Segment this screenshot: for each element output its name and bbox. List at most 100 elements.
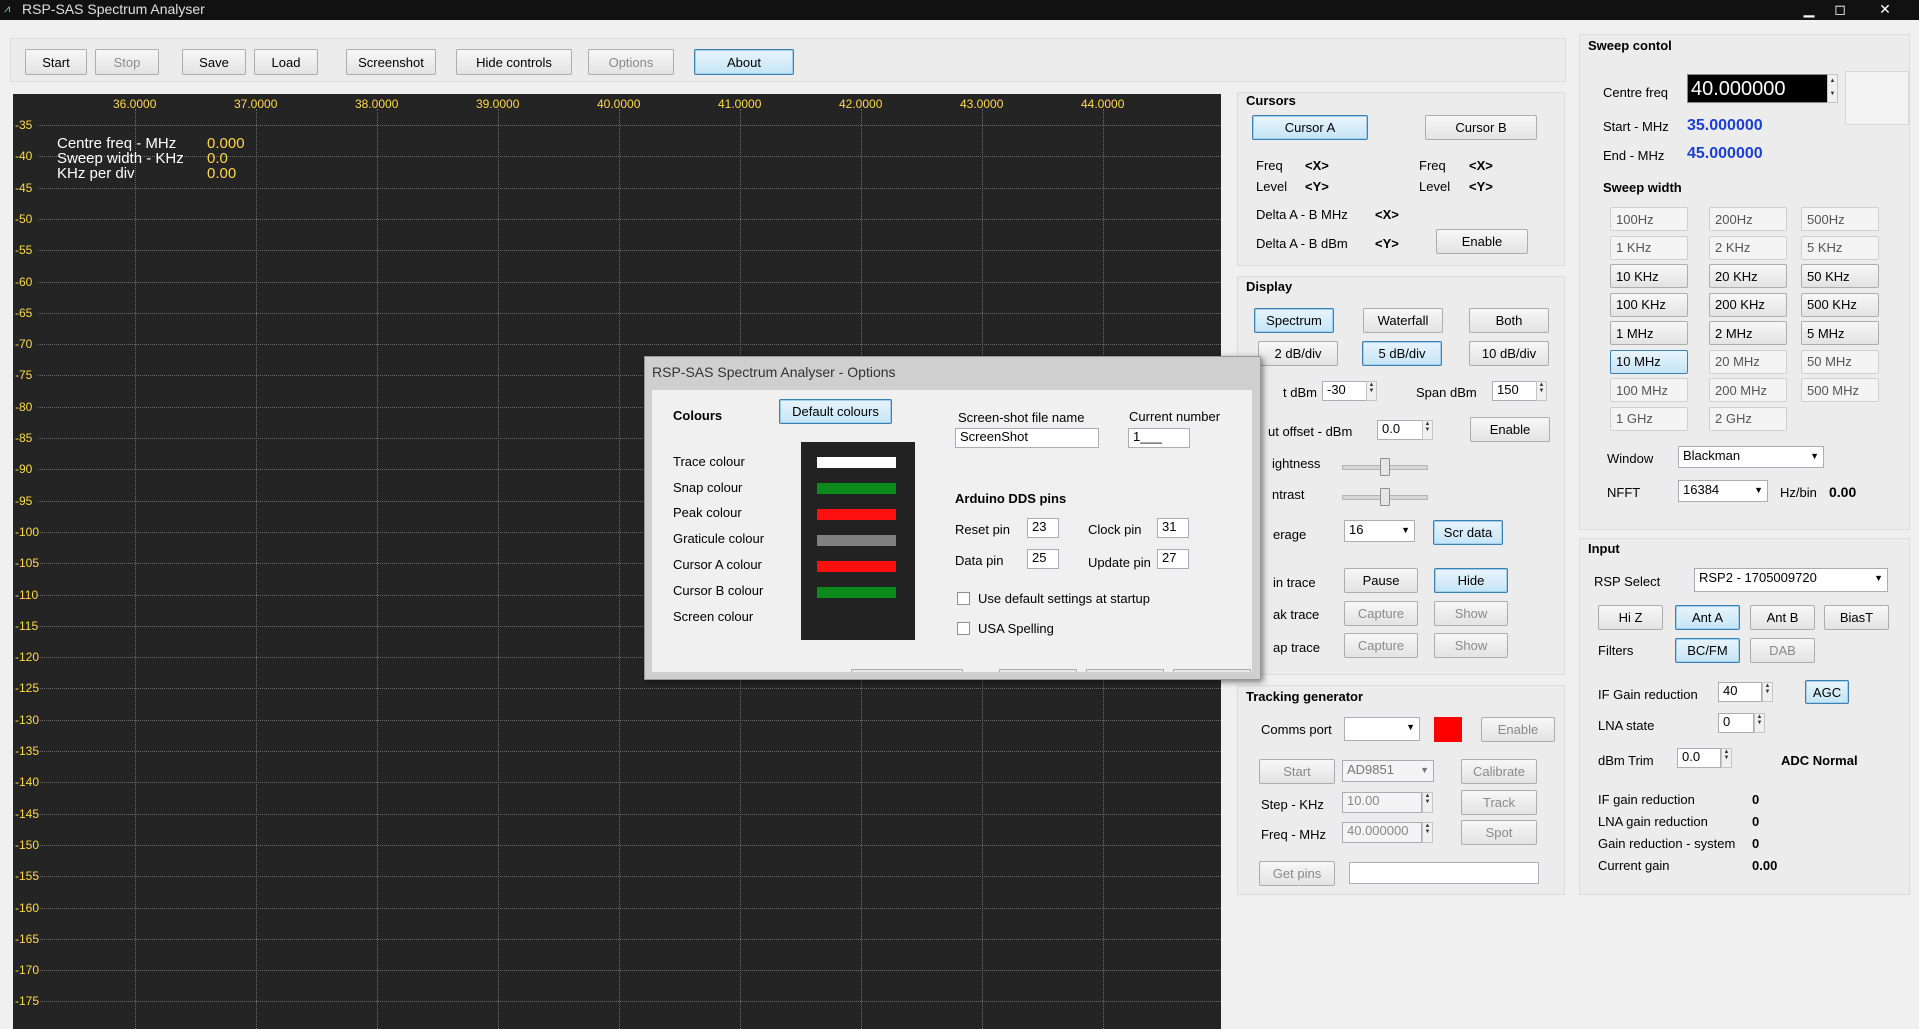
snap-capture-button[interactable]: Capture	[1344, 633, 1418, 658]
sweep-width-option[interactable]: 1 KHz	[1610, 235, 1688, 260]
sweep-width-option[interactable]: 10 KHz	[1610, 264, 1688, 288]
window-select[interactable]: Blackman ▼	[1678, 446, 1824, 468]
reset-pin-input[interactable]: 23	[1027, 518, 1059, 538]
cursor-b-button[interactable]: Cursor B	[1425, 115, 1537, 140]
offset-enable-button[interactable]: Enable	[1470, 417, 1550, 442]
start-button[interactable]: Start	[25, 49, 87, 75]
graticule-colour-swatch[interactable]	[817, 535, 896, 546]
lna-state-spinner[interactable]: ▲ ▼	[1754, 713, 1765, 733]
maximize-button[interactable]: ◻	[1823, 0, 1857, 18]
main-pause-button[interactable]: Pause	[1344, 568, 1418, 593]
graticule-colour-label[interactable]: Graticule colour	[673, 531, 764, 546]
dialog-footer-button-4[interactable]	[1173, 669, 1251, 672]
sweep-width-option[interactable]: 50 MHz	[1801, 349, 1879, 374]
main-hide-button[interactable]: Hide	[1434, 568, 1508, 593]
input-offset-field[interactable]: 0.0	[1377, 420, 1423, 440]
if-gain-spinner[interactable]: ▲ ▼	[1762, 682, 1773, 702]
stop-button[interactable]: Stop	[95, 49, 159, 75]
load-button[interactable]: Load	[254, 49, 318, 75]
hide-controls-button[interactable]: Hide controls	[456, 49, 572, 75]
peak-colour-swatch[interactable]	[817, 509, 896, 520]
sweep-width-option[interactable]: 2 KHz	[1709, 235, 1787, 260]
span-dbm-spinner[interactable]: ▲ ▼	[1536, 381, 1547, 401]
sweep-width-option[interactable]: 20 KHz	[1709, 264, 1787, 288]
peak-show-button[interactable]: Show	[1434, 601, 1508, 626]
sweep-width-option[interactable]: 100 MHz	[1610, 378, 1688, 402]
lna-state-input[interactable]: 0	[1718, 713, 1754, 733]
get-pins-button[interactable]: Get pins	[1259, 861, 1335, 886]
snap-show-button[interactable]: Show	[1434, 633, 1508, 658]
sweep-width-option[interactable]: 50 KHz	[1801, 264, 1879, 288]
tracking-enable-button[interactable]: Enable	[1481, 717, 1555, 742]
pins-status-field[interactable]	[1349, 862, 1539, 884]
usa-spelling-label[interactable]: USA Spelling	[978, 621, 1054, 636]
cursor-b-colour-swatch[interactable]	[817, 587, 896, 598]
input-offset-spinner[interactable]: ▲ ▼	[1422, 420, 1433, 440]
biast-button[interactable]: BiasT	[1824, 605, 1889, 630]
sweep-width-option[interactable]: 2 GHz	[1709, 406, 1787, 431]
nfft-select[interactable]: 16384 ▼	[1678, 480, 1768, 502]
sweep-width-option[interactable]: 100 KHz	[1610, 292, 1688, 317]
screenshot-button[interactable]: Screenshot	[346, 49, 436, 75]
sweep-width-option[interactable]: 500 KHz	[1801, 292, 1879, 317]
track-button[interactable]: Track	[1461, 790, 1537, 815]
sweep-width-option[interactable]: 200Hz	[1709, 207, 1787, 231]
snap-colour-label[interactable]: Snap colour	[673, 480, 742, 495]
dab-filter-button[interactable]: DAB	[1750, 638, 1815, 663]
current-number-input[interactable]: 1___	[1128, 428, 1190, 448]
screen-colour-label[interactable]: Screen colour	[673, 609, 753, 624]
waterfall-button[interactable]: Waterfall	[1363, 308, 1443, 333]
dbm-trim-input[interactable]: 0.0	[1677, 748, 1721, 768]
5db-div-button[interactable]: 5 dB/div	[1362, 341, 1442, 366]
ant-b-button[interactable]: Ant B	[1750, 605, 1815, 630]
step-spinner[interactable]: ▲ ▼	[1422, 792, 1433, 813]
sweep-width-option[interactable]: 100Hz	[1610, 207, 1688, 231]
usa-spelling-checkbox[interactable]	[957, 622, 970, 635]
peak-capture-button[interactable]: Capture	[1344, 601, 1418, 626]
span-dbm-input[interactable]: 150	[1492, 381, 1538, 401]
sweep-width-option[interactable]: 2 MHz	[1709, 321, 1787, 345]
tracking-start-button[interactable]: Start	[1259, 759, 1335, 784]
sweep-width-option[interactable]: 1 GHz	[1610, 406, 1688, 431]
bcfm-filter-button[interactable]: BC/FM	[1675, 638, 1740, 663]
use-default-label[interactable]: Use default settings at startup	[978, 591, 1150, 606]
centre-freq-input[interactable]: 40.000000	[1687, 74, 1828, 103]
both-button[interactable]: Both	[1469, 308, 1549, 333]
default-colours-button[interactable]: Default colours	[779, 399, 892, 424]
brightness-slider[interactable]	[1380, 458, 1390, 476]
close-button[interactable]: ✕	[1868, 0, 1902, 18]
trace-colour-swatch[interactable]	[817, 457, 896, 468]
cursor-a-button[interactable]: Cursor A	[1252, 115, 1368, 140]
dialog-footer-button-3[interactable]	[1086, 669, 1164, 672]
cursor-enable-button[interactable]: Enable	[1436, 229, 1528, 254]
dbm-trim-spinner[interactable]: ▲ ▼	[1721, 748, 1732, 768]
cursor-a-colour-swatch[interactable]	[817, 561, 896, 572]
clock-pin-input[interactable]: 31	[1157, 518, 1189, 538]
dialog-footer-button-2[interactable]	[999, 669, 1077, 672]
contrast-slider[interactable]	[1380, 488, 1390, 506]
centre-freq-spinner[interactable]: ▲ ▼	[1827, 74, 1838, 103]
2db-div-button[interactable]: 2 dB/div	[1258, 341, 1338, 366]
ref-dbm-input[interactable]: -30	[1322, 381, 1368, 401]
save-button[interactable]: Save	[182, 49, 246, 75]
sweep-width-option[interactable]: 5 MHz	[1801, 321, 1879, 345]
dds-chip-select[interactable]: AD9851 ▼	[1342, 760, 1434, 782]
use-default-checkbox[interactable]	[957, 592, 970, 605]
agc-button[interactable]: AGC	[1805, 680, 1849, 704]
sweep-width-option[interactable]: 20 MHz	[1709, 349, 1787, 374]
about-button[interactable]: About	[694, 49, 794, 75]
sweep-width-option[interactable]: 10 MHz	[1610, 349, 1688, 374]
10db-div-button[interactable]: 10 dB/div	[1469, 341, 1549, 366]
sweep-width-option[interactable]: 200 MHz	[1709, 378, 1787, 402]
average-select[interactable]: 16 ▼	[1344, 520, 1415, 542]
sweep-width-option[interactable]: 200 KHz	[1709, 292, 1787, 317]
dialog-footer-button-1[interactable]	[851, 669, 963, 672]
rsp-select[interactable]: RSP2 - 1705009720 ▼	[1694, 568, 1888, 592]
hi-z-button[interactable]: Hi Z	[1598, 605, 1663, 630]
ant-a-button[interactable]: Ant A	[1675, 605, 1740, 630]
options-button[interactable]: Options	[588, 49, 674, 75]
step-field[interactable]: 10.00	[1342, 792, 1422, 813]
cursor-b-colour-label[interactable]: Cursor B colour	[673, 583, 763, 598]
tracking-freq-field[interactable]: 40.000000	[1342, 822, 1422, 843]
screenshot-filename-input[interactable]: ScreenShot	[955, 428, 1099, 448]
